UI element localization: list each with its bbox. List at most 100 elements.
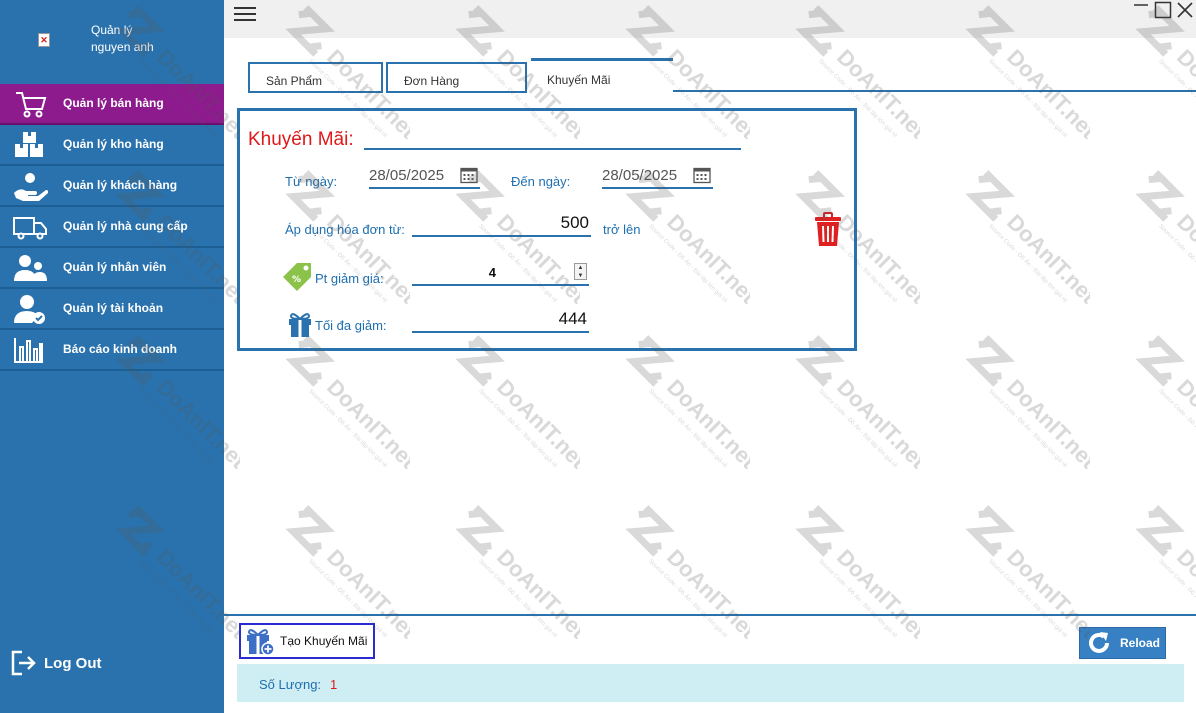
watermark-text: DoAnIT.net <box>832 374 920 473</box>
to-date-picker[interactable]: 28/05/2025 <box>602 163 713 189</box>
sidebar-item-label: Quản lý kho hàng <box>63 137 164 151</box>
stepper-down-icon[interactable]: ▼ <box>575 272 586 280</box>
tab-underline <box>673 90 1196 92</box>
watermark-subtext: Source Code - Đồ Án - Bài tập lớn giá rẻ <box>647 388 729 470</box>
watermark-subtext: Source Code - Đồ Án - Bài tập lớn giá rẻ <box>1157 223 1196 305</box>
stepper-arrows[interactable]: ▲ ▼ <box>574 263 587 280</box>
sidebar-item-reports[interactable]: Báo cáo kinh doanh <box>0 330 224 371</box>
sidebar-item-suppliers[interactable]: Quản lý nhà cung cấp <box>0 207 224 248</box>
promotion-name-input[interactable] <box>364 148 741 150</box>
discount-tag-icon: % <box>283 263 311 291</box>
discount-percent-value: 4 <box>488 265 496 280</box>
watermark-subtext: Source Code - Đồ Án - Bài tập lớn giá rẻ <box>987 223 1069 305</box>
user-box: ✕ Quản lý nguyen anh <box>0 0 224 84</box>
minimize-button[interactable] <box>1130 0 1152 20</box>
min-invoice-suffix: trở lên <box>603 222 641 237</box>
broken-image-icon: ✕ <box>38 33 50 47</box>
from-date-picker[interactable]: 28/05/2025 <box>369 163 480 189</box>
watermark-subtext: Source Code - Đồ Án - Bài tập lớn giá rẻ <box>817 558 899 640</box>
discount-percent-stepper[interactable]: 4 ▲ ▼ <box>412 262 589 286</box>
watermark-text: DoAnIT.net <box>1172 209 1196 308</box>
sidebar-item-accounts[interactable]: Quản lý tài khoản <box>0 289 224 330</box>
sidebar-item-label: Quản lý khách hàng <box>63 178 178 192</box>
close-button[interactable] <box>1174 0 1196 20</box>
watermark-logo: DoAnIT.netSource Code - Đồ Án - Bài tập … <box>965 170 1090 309</box>
user-name: Quản lý nguyen anh <box>91 23 154 54</box>
warehouse-icon <box>15 132 43 157</box>
watermark-subtext: Source Code - Đồ Án - Bài tập lớn giá rẻ <box>647 558 729 640</box>
customer-icon <box>14 173 48 201</box>
watermark-logo: DoAnIT.netSource Code - Đồ Án - Bài tập … <box>625 505 750 644</box>
tab-bar: Sản Phẩm Đơn Hàng Khuyến Mãi <box>248 58 1196 94</box>
tab-promotions[interactable]: Khuyến Mãi <box>531 58 673 92</box>
sidebar-item-staff[interactable]: Quản lý nhân viên <box>0 248 224 289</box>
watermark-text: DoAnIT.net <box>322 374 410 473</box>
logout-label: Log Out <box>44 654 102 672</box>
to-date-label: Đến ngày: <box>511 174 571 189</box>
create-promotion-label: Tạo Khuyến Mãi <box>280 634 368 648</box>
sidebar-item-sales[interactable]: Quản lý bán hàng <box>0 84 224 125</box>
close-icon <box>1177 2 1193 18</box>
create-promotion-button[interactable]: Tạo Khuyến Mãi <box>239 623 375 659</box>
sidebar-item-label: Báo cáo kinh doanh <box>63 342 178 356</box>
bar-chart-icon <box>14 338 43 363</box>
sidebar: ✕ Quản lý nguyen anh Quản lý bán hàng Qu… <box>0 0 224 713</box>
reload-button[interactable]: Reload <box>1079 627 1166 659</box>
watermark-logo: DoAnIT.netSource Code - Đồ Án - Bài tập … <box>1135 170 1196 309</box>
from-date-value: 28/05/2025 <box>369 166 445 184</box>
gift-add-icon <box>247 629 275 656</box>
app-window: ✕ Quản lý nguyen anh Quản lý bán hàng Qu… <box>0 0 1196 713</box>
tab-orders[interactable]: Đơn Hàng <box>386 62 527 93</box>
reload-label: Reload <box>1120 636 1161 650</box>
max-discount-input[interactable]: 444 <box>412 309 589 333</box>
watermark-logo: DoAnIT.netSource Code - Đồ Án - Bài tập … <box>455 335 580 474</box>
logout-icon <box>11 650 36 676</box>
cart-icon <box>16 92 47 118</box>
watermark-subtext: Source Code - Đồ Án - Bài tập lớn giá rẻ <box>1157 388 1196 470</box>
watermark-text: DoAnIT.net <box>1002 209 1090 308</box>
sidebar-item-label: Quản lý nhân viên <box>63 260 167 274</box>
calendar-icon[interactable] <box>460 166 478 184</box>
watermark-text: DoAnIT.net <box>662 374 750 473</box>
sidebar-item-customers[interactable]: Quản lý khách hàng <box>0 166 224 207</box>
watermark-logo: DoAnIT.netSource Code - Đồ Án - Bài tập … <box>455 505 580 644</box>
max-discount-label: Tối đa giảm: <box>315 318 387 333</box>
watermark-logo: DoAnIT.netSource Code - Đồ Án - Bài tập … <box>965 335 1090 474</box>
window-controls <box>1130 0 1196 20</box>
tab-products[interactable]: Sản Phẩm <box>248 62 383 93</box>
status-bar: Số Lượng: 1 <box>237 664 1184 702</box>
stepper-up-icon[interactable]: ▲ <box>575 264 586 272</box>
watermark-text: DoAnIT.net <box>1002 544 1090 643</box>
gift-icon <box>289 313 311 337</box>
watermark-subtext: Source Code - Đồ Án - Bài tập lớn giá rẻ <box>477 388 559 470</box>
watermark-logo: DoAnIT.netSource Code - Đồ Án - Bài tập … <box>965 505 1090 644</box>
watermark-logo: DoAnIT.netSource Code - Đồ Án - Bài tập … <box>625 335 750 474</box>
footer-divider <box>224 614 1196 616</box>
sidebar-menu: Quản lý bán hàng Quản lý kho hàng Quản l… <box>0 84 224 371</box>
min-invoice-input[interactable]: 500 <box>412 213 591 237</box>
watermark-logo: DoAnIT.netSource Code - Đồ Án - Bài tập … <box>795 505 920 644</box>
promotion-panel: Khuyến Mãi: Từ ngày: 28/05/2025 Đến ngày… <box>237 108 857 351</box>
sidebar-item-warehouse[interactable]: Quản lý kho hàng <box>0 125 224 166</box>
calendar-icon[interactable] <box>693 166 711 184</box>
watermark-subtext: Source Code - Đồ Án - Bài tập lớn giá rẻ <box>817 388 899 470</box>
maximize-icon <box>1154 1 1172 19</box>
account-icon <box>14 295 45 324</box>
svg-text:%: % <box>292 275 301 285</box>
watermark-text: DoAnIT.net <box>1002 374 1090 473</box>
hamburger-menu-icon[interactable] <box>234 4 256 24</box>
truck-icon <box>13 217 47 240</box>
watermark-text: DoAnIT.net <box>1172 374 1196 473</box>
watermark-subtext: Source Code - Đồ Án - Bài tập lớn giá rẻ <box>307 388 389 470</box>
to-date-value: 28/05/2025 <box>602 166 678 184</box>
from-date-label: Từ ngày: <box>285 174 338 189</box>
watermark-text: DoAnIT.net <box>492 374 580 473</box>
maximize-button[interactable] <box>1152 0 1174 20</box>
watermark-subtext: Source Code - Đồ Án - Bài tập lớn giá rẻ <box>477 558 559 640</box>
min-invoice-label: Áp dụng hóa đơn từ: <box>285 222 405 237</box>
sidebar-item-label: Quản lý tài khoản <box>63 301 164 315</box>
discount-percent-label: Pt giảm giá: <box>315 271 384 286</box>
trash-icon[interactable] <box>811 212 845 248</box>
watermark-logo: DoAnIT.netSource Code - Đồ Án - Bài tập … <box>1135 335 1196 474</box>
logout-button[interactable]: Log Out <box>10 648 130 678</box>
